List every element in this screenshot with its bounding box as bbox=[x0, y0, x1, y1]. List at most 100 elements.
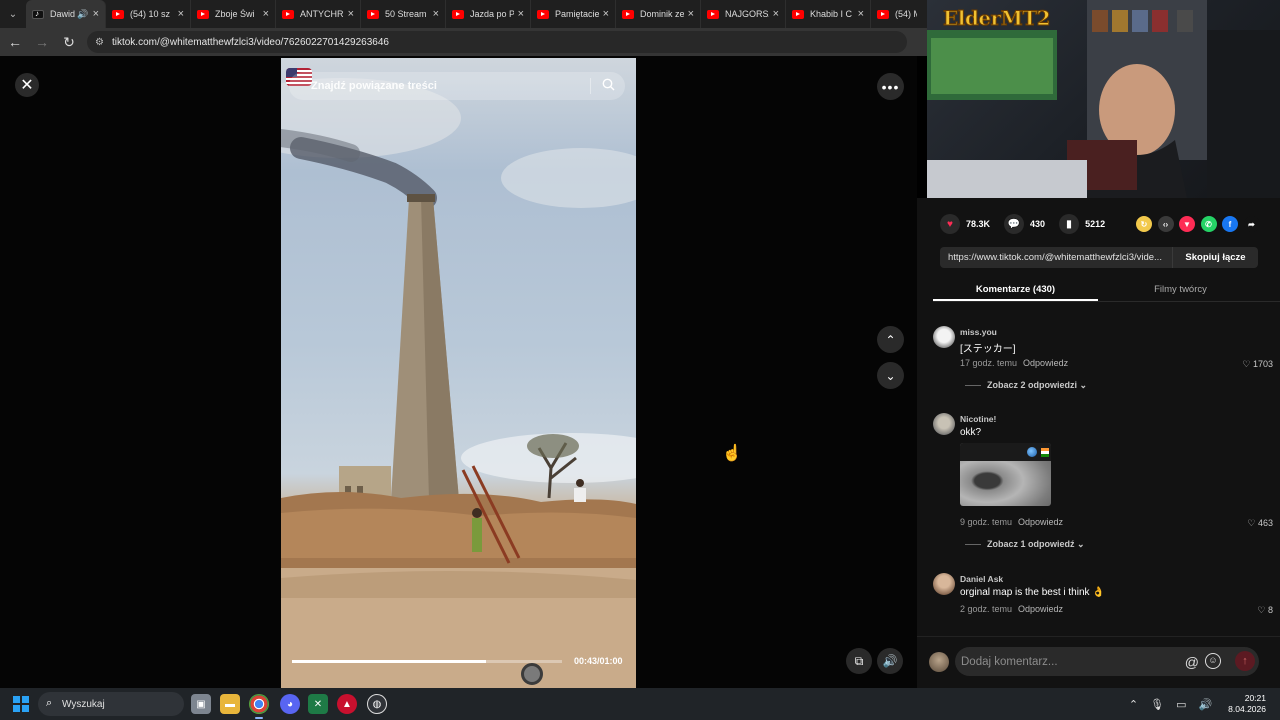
close-tab-icon[interactable]: × bbox=[773, 8, 779, 20]
close-tab-icon[interactable]: × bbox=[433, 8, 439, 20]
taskbar-search-label: Wyszukaj bbox=[62, 698, 105, 710]
tab-2[interactable]: Zboje Świ × bbox=[191, 0, 276, 28]
close-tab-icon[interactable]: × bbox=[603, 8, 609, 20]
comment-likes[interactable]: ♡ 463 bbox=[1247, 518, 1273, 529]
comment-like-count: 8 bbox=[1267, 605, 1273, 615]
close-tab-icon[interactable]: × bbox=[518, 8, 524, 20]
tab-6[interactable]: Pamiętacie × bbox=[531, 0, 616, 28]
forward-arrow-icon[interactable]: → bbox=[30, 30, 54, 54]
view-replies-button[interactable]: Zobacz 1 odpowiedź ⌄ bbox=[965, 539, 1085, 550]
microphone-icon[interactable]: 🎙 bbox=[1150, 698, 1164, 711]
chrome-icon[interactable] bbox=[249, 694, 269, 719]
tab-5[interactable]: Jazda po P × bbox=[446, 0, 531, 28]
reply-button[interactable]: Odpowiedz bbox=[1018, 517, 1063, 527]
chevron-up-icon[interactable]: ⌃ bbox=[1129, 698, 1138, 711]
chevron-down-icon: ⌄ bbox=[1079, 380, 1088, 390]
hand-cursor-icon: ☝ bbox=[722, 445, 742, 462]
excel-icon[interactable]: ✕ bbox=[308, 694, 328, 714]
close-tab-icon[interactable]: × bbox=[263, 8, 269, 20]
comment-text: [ステッカー] bbox=[960, 344, 1016, 355]
taskbar: ⌕ Wyszukaj ▣ ▬ ◕ ✕ ▲ ◍ ⌃ 🎙 ▭ 🔊 20:21 8.0… bbox=[0, 688, 1280, 720]
task-view-icon[interactable]: ▣ bbox=[191, 694, 211, 714]
more-options-button[interactable]: ••• bbox=[877, 73, 904, 100]
comment-author[interactable]: miss.you bbox=[960, 327, 997, 337]
tab-search-chevron-icon[interactable]: ⌄ bbox=[0, 0, 26, 28]
taskbar-search[interactable]: ⌕ Wyszukaj bbox=[38, 692, 184, 716]
youtube-icon bbox=[367, 9, 379, 19]
comment-button[interactable]: 💬 430 bbox=[1004, 214, 1045, 234]
next-video-button[interactable]: ⌄ bbox=[877, 362, 904, 389]
file-explorer-icon[interactable]: ▬ bbox=[220, 694, 240, 714]
tab-9[interactable]: Khabib I C × bbox=[786, 0, 871, 28]
tab-creator-videos[interactable]: Filmy twórcy bbox=[1098, 278, 1263, 301]
search-icon[interactable] bbox=[602, 78, 615, 91]
obs-icon[interactable]: ◍ bbox=[367, 694, 387, 714]
tab-3[interactable]: ANTYCHR × bbox=[276, 0, 361, 28]
comment-input[interactable]: Dodaj komentarz... @ ☺ ↑ bbox=[955, 647, 1259, 676]
back-arrow-icon[interactable]: ← bbox=[3, 30, 27, 54]
avatar[interactable] bbox=[933, 573, 955, 595]
discord-icon[interactable]: ◕ bbox=[280, 694, 300, 714]
share-link-text[interactable]: https://www.tiktok.com/@whitematthewfzlc… bbox=[940, 252, 1172, 263]
tab-8[interactable]: NAJGORSZ × bbox=[701, 0, 786, 28]
comment-image[interactable] bbox=[960, 443, 1051, 506]
heart-icon: ♥ bbox=[940, 214, 960, 234]
emoji-icon[interactable]: ☺ bbox=[1205, 653, 1221, 669]
close-tab-icon[interactable]: × bbox=[858, 8, 864, 20]
close-tab-icon[interactable]: × bbox=[688, 8, 694, 20]
facebook-icon[interactable]: f bbox=[1222, 216, 1238, 232]
volume-button[interactable]: 🔊 bbox=[877, 648, 903, 674]
speaker-icon[interactable]: 🔊 bbox=[77, 9, 88, 20]
reply-button[interactable]: Odpowiedz bbox=[1023, 358, 1068, 368]
comment-author[interactable]: Daniel Ask bbox=[960, 574, 1003, 584]
close-video-button[interactable]: ✕ bbox=[15, 73, 39, 97]
avatar[interactable] bbox=[933, 326, 955, 348]
mention-icon[interactable]: @ bbox=[1185, 654, 1199, 670]
comment-meta: 9 godz. temu Odpowiedz bbox=[960, 517, 1063, 527]
tab-comments[interactable]: Komentarze (430) bbox=[933, 278, 1098, 301]
url-text: tiktok.com/@whitematthewfzlci3/video/762… bbox=[111, 36, 389, 48]
previous-video-button[interactable]: ⌃ bbox=[877, 326, 904, 353]
tab-0[interactable]: Dawid 🔊 × bbox=[26, 0, 106, 28]
network-icon[interactable]: ▭ bbox=[1176, 698, 1186, 711]
share-arrow-icon[interactable]: ➦ bbox=[1243, 216, 1260, 232]
close-tab-icon[interactable]: × bbox=[348, 8, 354, 20]
send-to-friends-icon[interactable]: ▼ bbox=[1179, 216, 1195, 232]
tab-title: Pamiętacie bbox=[555, 9, 599, 19]
video-frame[interactable] bbox=[281, 58, 636, 688]
search-divider bbox=[590, 78, 591, 94]
comment-likes[interactable]: ♡ 8 bbox=[1257, 605, 1273, 616]
close-tab-icon[interactable]: × bbox=[178, 8, 184, 20]
floating-player-button[interactable]: ⧉ bbox=[846, 648, 872, 674]
app-red-icon[interactable]: ▲ bbox=[337, 694, 357, 714]
reply-button[interactable]: Odpowiedz bbox=[1018, 604, 1063, 614]
site-settings-icon[interactable]: ⚙ bbox=[95, 37, 104, 48]
avatar[interactable] bbox=[933, 413, 955, 435]
tab-10[interactable]: (54) MF bbox=[871, 0, 923, 28]
reload-icon[interactable]: ↻ bbox=[57, 30, 81, 54]
related-search-input[interactable]: Znajdź powiązane treści bbox=[289, 72, 625, 100]
windows-start-icon[interactable] bbox=[13, 696, 29, 712]
engagement-stats: ♥ 78.3K 💬 430 ▮ 5212 bbox=[940, 214, 1119, 234]
copy-link-button[interactable]: Skopiuj łącze bbox=[1172, 247, 1258, 268]
close-tab-icon[interactable]: × bbox=[93, 8, 99, 20]
video-progress-bar[interactable] bbox=[292, 660, 562, 663]
address-bar[interactable]: ⚙ tiktok.com/@whitematthewfzlci3/video/7… bbox=[87, 31, 907, 53]
view-replies-button[interactable]: Zobacz 2 odpowiedzi ⌄ bbox=[965, 380, 1087, 391]
bookmark-button[interactable]: ▮ 5212 bbox=[1059, 214, 1105, 234]
embed-icon[interactable]: ‹› bbox=[1157, 216, 1174, 232]
tab-1[interactable]: (54) 10 sz × bbox=[106, 0, 191, 28]
clock[interactable]: 20:21 8.04.2026 bbox=[1228, 693, 1266, 715]
tab-7[interactable]: Dominik ze × bbox=[616, 0, 701, 28]
bookmark-icon: ▮ bbox=[1059, 214, 1080, 234]
tab-title: ANTYCHR bbox=[300, 9, 344, 19]
whatsapp-icon[interactable]: ✆ bbox=[1200, 216, 1217, 232]
repost-icon[interactable]: ↻ bbox=[1136, 216, 1152, 232]
comment-author[interactable]: Nicotine! bbox=[960, 414, 996, 424]
volume-icon[interactable]: 🔊 bbox=[1198, 698, 1212, 711]
comment-likes[interactable]: ♡ 1703 bbox=[1242, 359, 1273, 370]
like-button[interactable]: ♥ 78.3K bbox=[940, 214, 990, 234]
clock-date: 8.04.2026 bbox=[1228, 704, 1266, 714]
send-icon[interactable]: ↑ bbox=[1235, 651, 1255, 671]
tab-4[interactable]: 50 Stream × bbox=[361, 0, 446, 28]
